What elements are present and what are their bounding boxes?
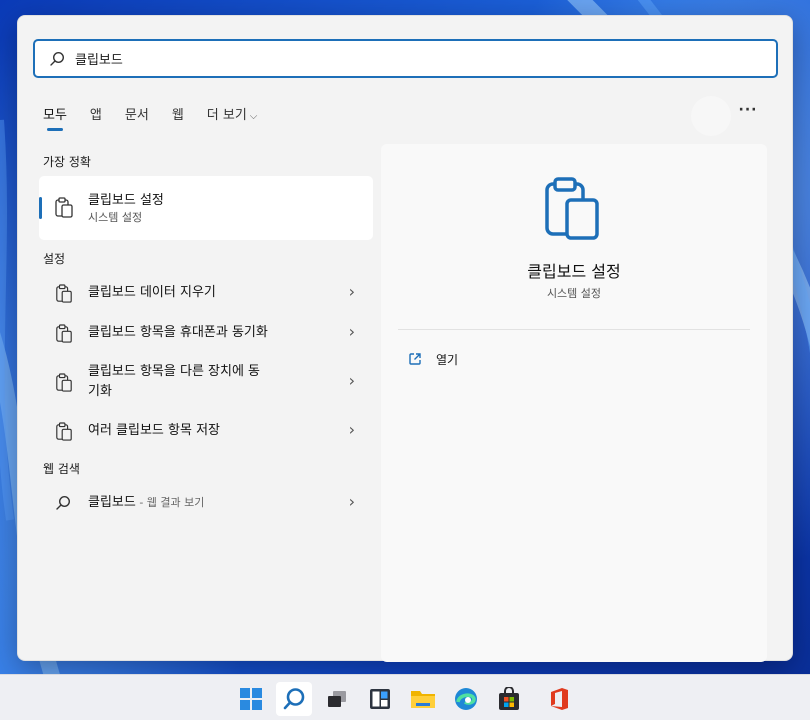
- tab-apps[interactable]: 앱: [90, 104, 102, 131]
- search-input[interactable]: [75, 51, 725, 66]
- tab-label: 웹: [171, 108, 184, 123]
- search-box[interactable]: [33, 39, 778, 78]
- web-search-query: 클립보드: [88, 495, 136, 510]
- clipboard-icon: [56, 284, 72, 303]
- settings-heading: 설정: [43, 252, 66, 266]
- task-view-icon: [328, 691, 346, 707]
- tab-label: 앱: [89, 108, 102, 123]
- clipboard-icon: [545, 177, 599, 240]
- search-panel: 모두 앱 문서 웹 더 보기⌵ ··· 가장 정확 클립보드 설정 시스템 설정…: [17, 15, 793, 662]
- web-search-item[interactable]: 클립보드 - 웹 결과 보기 ›: [39, 492, 373, 516]
- web-search-suffix: - 웹 결과 보기: [135, 496, 205, 509]
- open-action[interactable]: 열기: [408, 350, 458, 368]
- divider: [398, 329, 750, 330]
- start-button[interactable]: [233, 682, 269, 716]
- clipboard-icon: [56, 324, 72, 343]
- search-icon: [283, 688, 305, 710]
- list-item-label: 여러 클립보드 항목 저장: [88, 423, 220, 438]
- list-item[interactable]: 클립보드 항목을 다른 장치에 동 기화 ›: [39, 361, 373, 405]
- preview-pane: 클립보드 설정 시스템 설정 열기: [381, 144, 767, 662]
- office-button[interactable]: [541, 682, 577, 716]
- best-match-item[interactable]: 클립보드 설정 시스템 설정: [39, 176, 373, 240]
- widgets-icon: [370, 689, 390, 709]
- edge-icon: [455, 688, 477, 710]
- search-icon: [56, 495, 71, 510]
- best-match-subtitle: 시스템 설정: [88, 211, 143, 224]
- open-action-label: 열기: [436, 352, 459, 367]
- office-icon: [551, 688, 568, 710]
- taskbar-search-button[interactable]: [276, 682, 312, 716]
- web-search-label: 클립보드 - 웹 결과 보기: [88, 493, 204, 513]
- chevron-right-icon: ›: [348, 371, 355, 390]
- task-view-button[interactable]: [319, 682, 355, 716]
- tab-web[interactable]: 웹: [172, 104, 184, 131]
- clipboard-icon: [56, 373, 72, 392]
- open-external-icon: [409, 353, 421, 365]
- list-item-label-line2: 기화: [88, 384, 112, 399]
- list-item-label-line1: 클립보드 항목을 다른 장치에 동: [88, 364, 261, 379]
- chevron-right-icon: ›: [348, 282, 355, 301]
- selection-indicator: [39, 197, 42, 219]
- tab-all[interactable]: 모두: [43, 104, 67, 131]
- search-icon: [50, 51, 65, 66]
- store-button[interactable]: [491, 682, 527, 716]
- profile-avatar[interactable]: [691, 96, 731, 136]
- web-search-heading: 웹 검색: [43, 462, 80, 476]
- chevron-right-icon: ›: [348, 492, 355, 511]
- preview-subtitle: 시스템 설정: [546, 287, 602, 300]
- clipboard-icon: [56, 422, 72, 441]
- chevron-right-icon: ›: [348, 322, 355, 341]
- filter-tabs: 모두 앱 문서 웹 더 보기 ⌵: [43, 104, 280, 134]
- list-item[interactable]: 여러 클립보드 항목 저장 ›: [39, 420, 373, 444]
- list-item[interactable]: 클립보드 항목을 휴대폰과 동기화 ›: [39, 322, 373, 346]
- folder-icon: [411, 691, 435, 708]
- file-explorer-button[interactable]: [405, 682, 441, 716]
- windows-logo-icon: [240, 688, 262, 710]
- taskbar: [0, 674, 810, 720]
- best-match-heading: 가장 정확: [43, 155, 91, 169]
- best-match-title: 클립보드 설정: [88, 193, 164, 208]
- list-item-label: 클립보드 데이터 지우기: [88, 285, 216, 300]
- preview-title: 클립보드 설정: [527, 262, 621, 281]
- edge-button[interactable]: [448, 682, 484, 716]
- store-icon: [499, 687, 519, 710]
- tab-label: 모두: [43, 108, 67, 123]
- tab-more[interactable]: 더 보기 ⌵: [207, 104, 258, 131]
- more-options-button[interactable]: ···: [735, 102, 761, 124]
- clipboard-icon: [55, 197, 73, 218]
- list-item[interactable]: 클립보드 데이터 지우기 ›: [39, 282, 373, 306]
- chevron-right-icon: ›: [348, 420, 355, 439]
- chevron-down-icon: ⌵: [249, 111, 258, 122]
- tab-documents[interactable]: 문서: [125, 104, 149, 131]
- tab-label: 문서: [124, 108, 149, 123]
- list-item-label: 클립보드 항목을 휴대폰과 동기화: [88, 325, 268, 340]
- tab-label: 더 보기: [206, 108, 247, 123]
- widgets-button[interactable]: [362, 682, 398, 716]
